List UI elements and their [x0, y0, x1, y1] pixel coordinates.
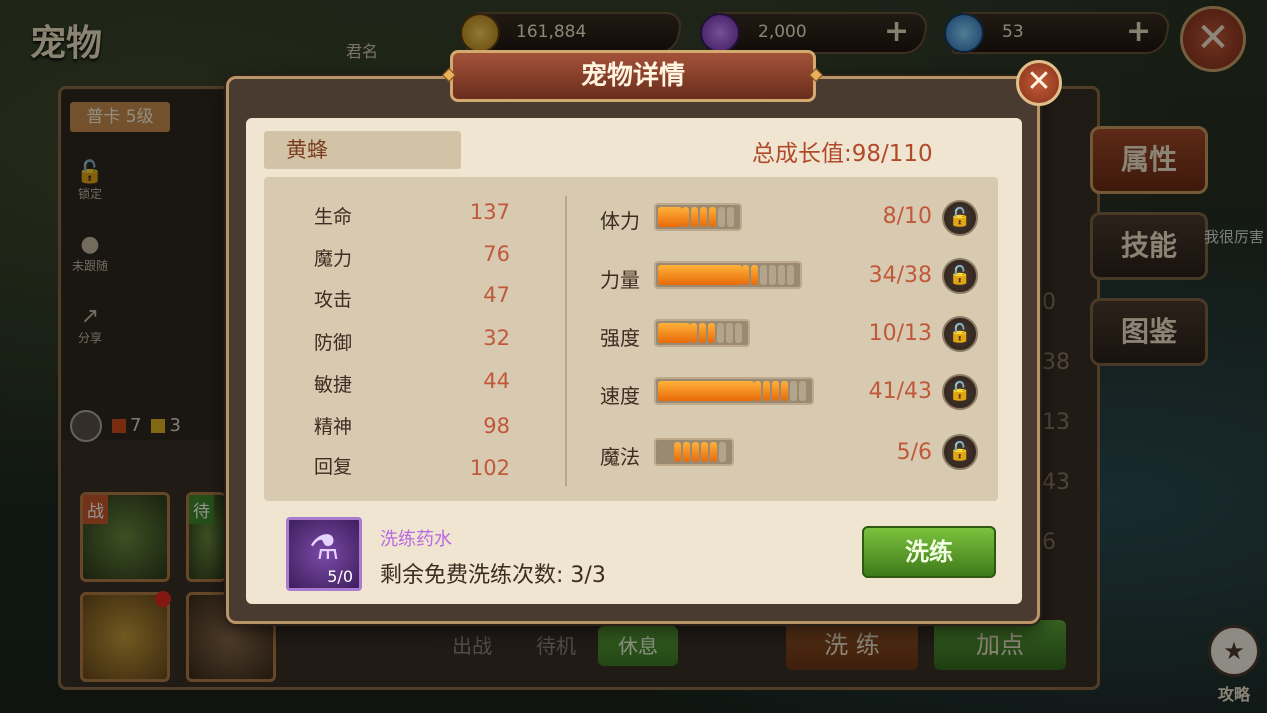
aptitude-bar-segment — [778, 265, 785, 285]
stat-value: 32 — [483, 326, 510, 350]
growth-value: 98/110 — [851, 141, 933, 167]
aptitude-bar-segment — [701, 442, 708, 462]
aptitude-bar-segment — [708, 323, 715, 343]
aptitude-bar — [654, 203, 742, 231]
aptitude-lock-button[interactable]: 🔓 — [942, 200, 978, 236]
stat-value: 47 — [483, 283, 510, 307]
aptitude-bar-segment — [781, 381, 788, 401]
aptitude-bar-segment — [691, 207, 698, 227]
aptitude-bar-fill — [658, 265, 742, 285]
stat-label: 攻击 — [314, 289, 353, 311]
aptitude-bar-segment — [690, 323, 697, 343]
stat-label: 回复 — [314, 456, 353, 478]
aptitude-lock-button[interactable]: 🔓 — [942, 316, 978, 352]
aptitude-bar-segment — [709, 207, 716, 227]
lock-icon: 🔓 — [948, 441, 972, 462]
aptitude-bar-segment — [726, 323, 733, 343]
potion-name: 洗练药水 — [380, 529, 452, 550]
aptitude-bar — [654, 438, 734, 466]
aptitude-bar — [654, 377, 814, 405]
modal-close-button[interactable]: ✕ — [1016, 60, 1062, 106]
free-refine-count: 剩余免费洗练次数: 3/3 — [380, 563, 606, 588]
aptitude-bar-segment — [799, 381, 806, 401]
aptitude-bar-segment — [751, 265, 758, 285]
aptitude-bar-segment — [742, 265, 749, 285]
aptitude-bar-segment — [700, 207, 707, 227]
aptitude-bar-segment — [692, 442, 699, 462]
aptitude-value: 8/10 — [882, 204, 932, 229]
aptitude-label: 魔法 — [600, 445, 640, 469]
stat-label: 精神 — [314, 416, 353, 438]
stat-value: 44 — [483, 369, 510, 393]
stat-label: 敏捷 — [314, 374, 353, 396]
potion-count: 5/0 — [327, 567, 353, 586]
aptitude-bar-fill — [658, 323, 690, 343]
aptitude-bar — [654, 319, 750, 347]
lock-icon: 🔓 — [948, 265, 972, 286]
aptitude-bar-segment — [682, 207, 689, 227]
stat-value: 76 — [483, 242, 510, 266]
aptitude-bar-segment — [760, 265, 767, 285]
aptitude-bar-segment — [772, 381, 779, 401]
aptitude-bar-segment — [769, 265, 776, 285]
lock-icon: 🔓 — [948, 207, 972, 228]
aptitude-lock-button[interactable]: 🔓 — [942, 258, 978, 294]
aptitude-bar-fill — [658, 207, 682, 227]
aptitude-value: 10/13 — [868, 321, 932, 346]
aptitude-bar-segment — [718, 207, 725, 227]
aptitude-value: 41/43 — [868, 379, 932, 404]
aptitude-label: 力量 — [600, 268, 640, 292]
aptitude-label: 体力 — [600, 209, 640, 233]
aptitude-bar-segment — [674, 442, 681, 462]
aptitude-bar-segment — [683, 442, 690, 462]
stats-divider — [565, 196, 567, 486]
aptitude-bar-fill — [658, 381, 754, 401]
aptitude-label: 强度 — [600, 326, 640, 350]
aptitude-bar-segment — [717, 323, 724, 343]
lock-icon: 🔓 — [948, 381, 972, 402]
aptitude-bar-segment — [763, 381, 770, 401]
lock-icon: 🔓 — [948, 323, 972, 344]
stat-value: 102 — [469, 456, 510, 480]
aptitude-lock-button[interactable]: 🔓 — [942, 434, 978, 470]
stat-label: 防御 — [314, 332, 353, 354]
modal-title: 宠物详情 — [450, 50, 816, 102]
stat-label: 生命 — [314, 206, 353, 228]
aptitude-bar-segment — [754, 381, 761, 401]
aptitude-bar-segment — [735, 323, 742, 343]
stat-value: 137 — [469, 200, 510, 224]
total-growth: 总成长值:98/110 — [752, 134, 933, 168]
pet-name: 黄蜂 — [264, 131, 461, 169]
aptitude-bar — [654, 261, 802, 289]
aptitude-bar-segment — [719, 442, 726, 462]
aptitude-value: 5/6 — [896, 440, 932, 465]
growth-label: 总成长值: — [752, 141, 852, 167]
refine-potion-item[interactable]: ⚗ 5/0 — [286, 517, 362, 591]
potion-bottle-icon: ⚗ — [309, 528, 340, 568]
aptitude-bar-segment — [727, 207, 734, 227]
aptitude-label: 速度 — [600, 384, 640, 408]
aptitude-value: 34/38 — [868, 263, 932, 288]
aptitude-bar-segment — [710, 442, 717, 462]
refine-button[interactable]: 洗练 — [862, 526, 996, 578]
stat-label: 魔力 — [314, 248, 353, 270]
aptitude-bar-segment — [790, 381, 797, 401]
aptitude-bar-segment — [699, 323, 706, 343]
aptitude-lock-button[interactable]: 🔓 — [942, 374, 978, 410]
aptitude-bar-segment — [787, 265, 794, 285]
stat-value: 98 — [483, 414, 510, 438]
